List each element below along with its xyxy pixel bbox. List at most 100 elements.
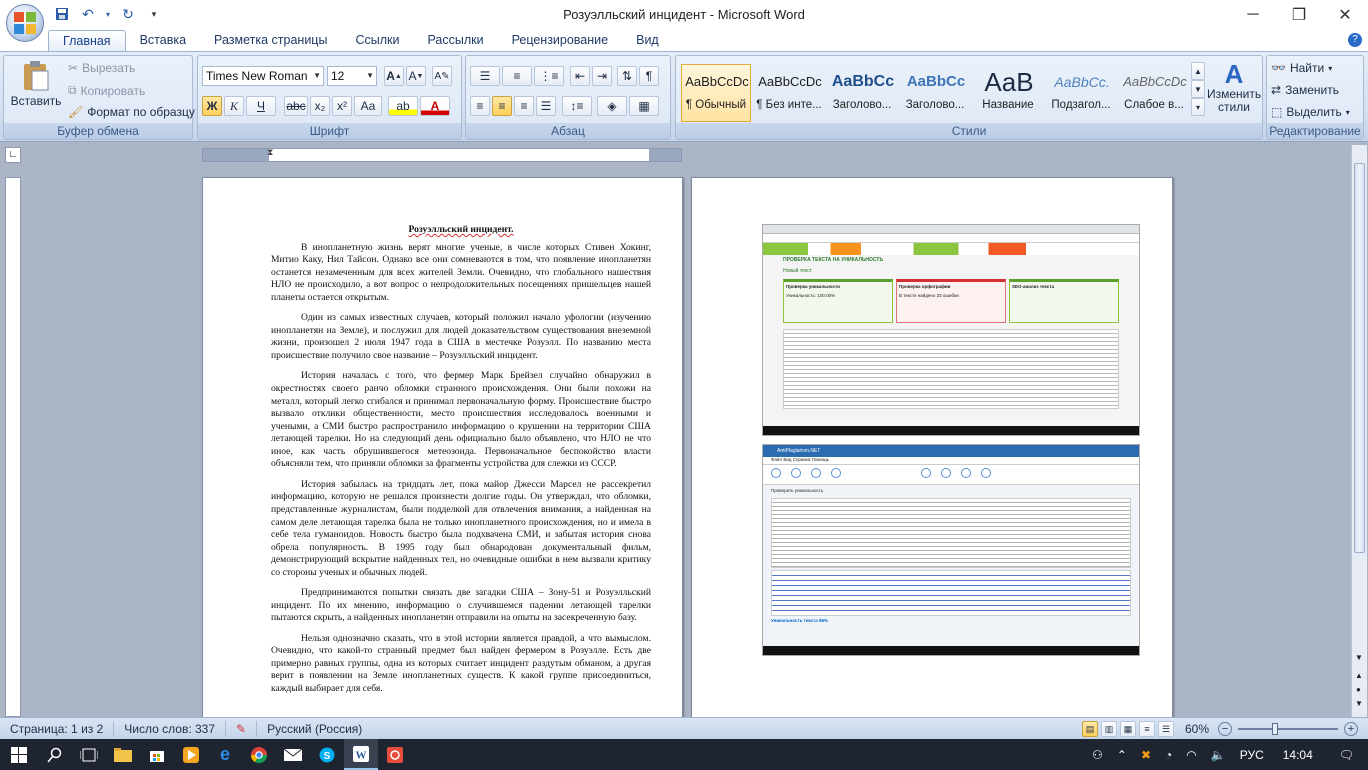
shrink-font-icon[interactable]: A ▼ [406, 66, 426, 86]
font-family-combo[interactable]: Times New Roman ▼ [202, 66, 324, 86]
align-right-icon[interactable]: ≡ [514, 96, 534, 116]
style-heading2[interactable]: AaBbCc Заголово... [900, 64, 970, 122]
print-layout-icon[interactable]: ▤ [1082, 721, 1098, 737]
draft-icon[interactable]: ☰ [1158, 721, 1174, 737]
close-icon[interactable]: ✕ [1322, 0, 1368, 29]
align-center-icon[interactable]: ≡ [492, 96, 512, 116]
italic-button[interactable]: К [224, 96, 244, 116]
font-color-icon[interactable]: A [420, 96, 450, 116]
page-2[interactable]: ПРОВЕРКА ТЕКСТА НА УНИКАЛЬНОСТЬ Новый те… [691, 177, 1173, 722]
tab-references[interactable]: Ссылки [341, 30, 413, 51]
tab-view[interactable]: Вид [622, 30, 673, 51]
vertical-ruler[interactable] [5, 177, 21, 717]
start-icon[interactable] [0, 739, 38, 770]
tray-app-icon[interactable]: ✖ [1134, 748, 1158, 762]
sort-icon[interactable]: ⇅ [617, 66, 637, 86]
strikethrough-button[interactable]: abc [284, 96, 308, 116]
document-body[interactable]: Розуэлльский инцидент. В инопланетную жи… [271, 224, 651, 703]
input-language[interactable]: РУС [1233, 748, 1271, 762]
numbering-icon[interactable]: ≡ [502, 66, 532, 86]
vertical-scrollbar[interactable]: ▼ ▲ ● ▼ [1351, 145, 1367, 717]
change-case-button[interactable]: Aa [354, 96, 382, 116]
bold-button[interactable]: Ж [202, 96, 222, 116]
paste-button[interactable]: Вставить [8, 60, 64, 108]
screenshot-tool-icon[interactable] [378, 739, 412, 770]
scroll-down-icon[interactable]: ▼ [1355, 653, 1363, 662]
help-icon[interactable]: ? [1348, 33, 1362, 47]
borders-icon[interactable]: ▦ [629, 96, 659, 116]
tab-review[interactable]: Рецензирование [498, 30, 623, 51]
styles-up-icon[interactable]: ▲ [1191, 62, 1205, 80]
mail-icon[interactable] [276, 739, 310, 770]
format-painter-button[interactable]: 🖌 Формат по образцу [68, 105, 195, 119]
line-spacing-icon[interactable]: ↕≡ [562, 96, 592, 116]
tab-insert[interactable]: Вставка [126, 30, 200, 51]
style-title[interactable]: AaB Название [973, 64, 1043, 122]
clock[interactable]: 14:04 [1271, 748, 1325, 762]
prev-page-icon[interactable]: ▲ [1355, 671, 1363, 680]
justify-icon[interactable]: ☰ [536, 96, 556, 116]
chrome-icon[interactable] [242, 739, 276, 770]
task-view-icon[interactable] [72, 739, 106, 770]
superscript-button[interactable]: x² [332, 96, 352, 116]
font-size-combo[interactable]: 12 ▼ [327, 66, 377, 86]
bullets-icon[interactable]: ☰ [470, 66, 500, 86]
copy-button[interactable]: ⧉ Копировать [68, 83, 145, 98]
grow-font-icon[interactable]: A ▲ [384, 66, 404, 86]
select-browse-icon[interactable]: ● [1356, 685, 1361, 694]
proofing-icon[interactable]: ✎ [226, 720, 258, 737]
tray-expand-icon[interactable]: ⌃ [1110, 748, 1134, 762]
media-player-icon[interactable] [174, 739, 208, 770]
underline-button[interactable]: Ч [246, 96, 276, 116]
full-screen-reading-icon[interactable]: ▥ [1101, 721, 1117, 737]
style-no-spacing[interactable]: AaBbCcDc ¶ Без инте... [754, 64, 824, 122]
office-button[interactable] [6, 4, 44, 42]
style-subtitle[interactable]: AaBbCc. Подзагол... [1046, 64, 1116, 122]
styles-more-icon[interactable]: ▾ [1191, 98, 1205, 116]
decrease-indent-icon[interactable]: ⇤ [570, 66, 590, 86]
show-marks-icon[interactable]: ¶ [639, 66, 659, 86]
language[interactable]: Русский (Россия) [257, 721, 372, 737]
file-explorer-icon[interactable] [106, 739, 140, 770]
horizontal-ruler[interactable]: ⧗ [202, 147, 682, 162]
action-center-icon[interactable]: 🗨 [1325, 748, 1368, 762]
wifi-icon[interactable]: ◠ [1179, 748, 1203, 762]
highlight-icon[interactable]: ab [388, 96, 418, 116]
zoom-in-icon[interactable]: + [1344, 722, 1358, 736]
minimize-icon[interactable]: ─ [1230, 0, 1276, 29]
subscript-button[interactable]: x₂ [310, 96, 330, 116]
page-count[interactable]: Страница: 1 из 2 [0, 720, 115, 737]
tab-home[interactable]: Главная [48, 30, 126, 51]
replace-button[interactable]: ⇄ Заменить [1271, 83, 1339, 97]
maximize-icon[interactable]: ❐ [1276, 0, 1322, 29]
word-count[interactable]: Число слов: 337 [114, 720, 227, 737]
scroll-thumb[interactable] [1354, 163, 1365, 553]
web-layout-icon[interactable]: ▦ [1120, 721, 1136, 737]
style-normal[interactable]: AaBbCcDc ¶ Обычный [681, 64, 751, 122]
skype-icon[interactable]: S [310, 739, 344, 770]
style-subtle-emphasis[interactable]: AaBbCcDc Слабое в... [1119, 64, 1189, 122]
find-button[interactable]: 👓 Найти ▾ [1271, 61, 1332, 75]
shading-icon[interactable]: ◈ [597, 96, 627, 116]
volume-icon[interactable]: 🔈 [1204, 748, 1233, 762]
tab-mailings[interactable]: Рассылки [413, 30, 497, 51]
outline-icon[interactable]: ≡ [1139, 721, 1155, 737]
network-icon[interactable]: ◔ [1158, 748, 1179, 762]
people-icon[interactable]: ⚇ [1085, 748, 1110, 762]
tab-page-layout[interactable]: Разметка страницы [200, 30, 341, 51]
search-icon[interactable] [38, 739, 72, 770]
zoom-slider[interactable] [1238, 723, 1338, 735]
change-styles-button[interactable]: A Изменить стили [1207, 60, 1261, 114]
page-1[interactable]: Розуэлльский инцидент. В инопланетную жи… [202, 177, 683, 722]
zoom-level[interactable]: 60% [1185, 722, 1215, 736]
zoom-out-icon[interactable]: − [1218, 722, 1232, 736]
increase-indent-icon[interactable]: ⇥ [592, 66, 612, 86]
multilevel-list-icon[interactable]: ⋮≡ [534, 66, 564, 86]
edge-icon[interactable]: e [208, 739, 242, 770]
tab-selector-icon[interactable]: ∟ [5, 147, 21, 163]
select-button[interactable]: ⬚ Выделить ▾ [1271, 105, 1350, 119]
store-icon[interactable] [140, 739, 174, 770]
styles-scroll[interactable]: ▲ ▼ ▾ [1191, 62, 1205, 116]
align-left-icon[interactable]: ≡ [470, 96, 490, 116]
clear-format-icon[interactable]: A✎ [432, 66, 452, 86]
